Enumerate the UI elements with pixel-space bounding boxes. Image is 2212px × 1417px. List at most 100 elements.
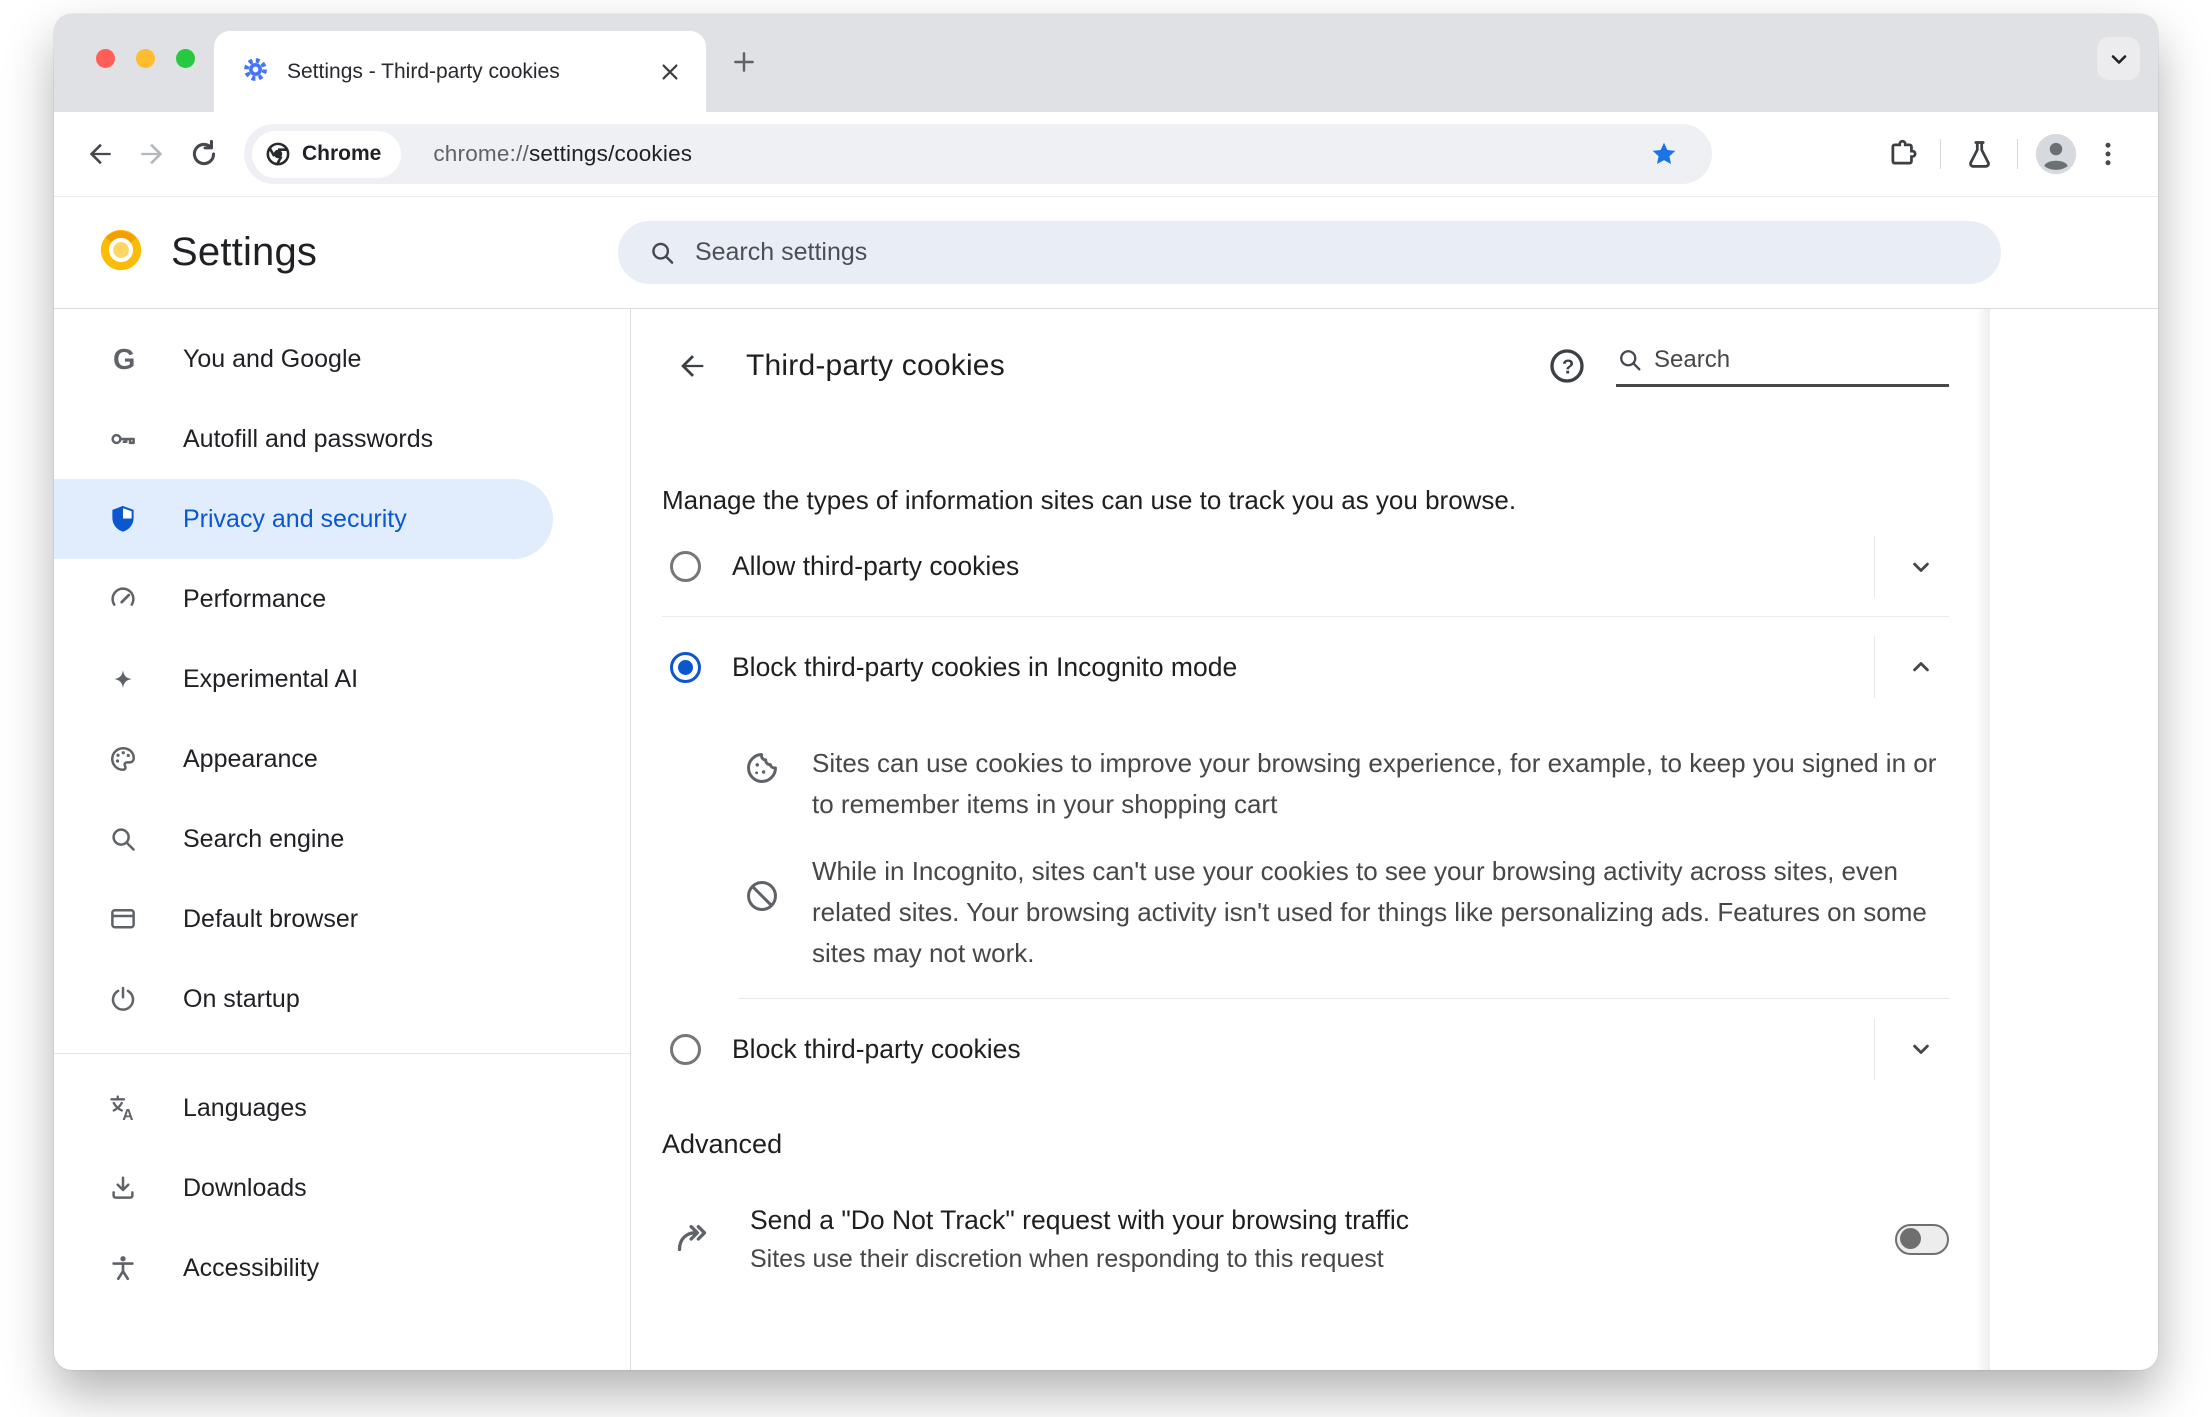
forward-icon[interactable] [126, 128, 178, 180]
search-icon [1620, 349, 1641, 370]
accessibility-person-icon [108, 1253, 138, 1283]
sidebar-item-accessibility[interactable]: Accessibility [54, 1228, 630, 1308]
sidebar-item-languages[interactable]: A Languages [54, 1068, 630, 1148]
settings-main: G You and Google Autofill and passwords [54, 309, 2158, 1370]
sidebar-item-you-and-google[interactable]: G You and Google [54, 319, 630, 399]
do-not-track-texts: Send a "Do Not Track" request with your … [750, 1200, 1409, 1278]
chrome-logo-icon [266, 142, 290, 166]
reload-icon[interactable] [178, 128, 230, 180]
sidebar-item-default-browser[interactable]: Default browser [54, 879, 630, 959]
chevron-down-icon[interactable] [1893, 1021, 1949, 1077]
sidebar-item-search-engine[interactable]: Search engine [54, 799, 630, 879]
chrome-site-chip[interactable]: Chrome [252, 130, 402, 178]
svg-text:?: ? [1562, 356, 1574, 378]
browser-window-icon [108, 904, 138, 934]
settings-page-title: Settings [171, 230, 318, 274]
settings-search-input[interactable] [694, 238, 1971, 267]
browser-window: Settings - Third-party cookies Chrome ch… [54, 14, 2158, 1370]
radio-selected[interactable] [670, 651, 701, 683]
chevron-up-icon[interactable] [1893, 639, 1949, 695]
incognito-detail-row: Sites can use cookies to improve your br… [662, 743, 1949, 825]
sidebar-item-downloads[interactable]: Downloads [54, 1148, 630, 1228]
speedometer-icon [108, 584, 138, 614]
row-divider [1874, 1018, 1875, 1080]
close-window-button[interactable] [96, 49, 115, 68]
toolbar-divider [1940, 139, 1941, 169]
google-g-icon: G [108, 344, 138, 374]
chrome-chip-label: Chrome [302, 142, 382, 165]
minimize-window-button[interactable] [136, 49, 155, 68]
back-icon[interactable] [74, 128, 126, 180]
settings-search-box[interactable] [618, 221, 2001, 284]
extensions-icon[interactable] [1876, 128, 1928, 180]
toolbar-divider [2017, 139, 2018, 169]
palette-icon [108, 744, 138, 774]
profile-avatar-icon[interactable] [2030, 128, 2082, 180]
power-icon [108, 984, 138, 1014]
sidebar-item-appearance[interactable]: Appearance [54, 719, 630, 799]
sidebar-divider [54, 1053, 630, 1054]
sidebar-item-performance[interactable]: Performance [54, 559, 630, 639]
maximize-window-button[interactable] [176, 49, 195, 68]
sidebar-item-label: Appearance [183, 744, 318, 773]
sidebar-item-experimental-ai[interactable]: Experimental AI [54, 639, 630, 719]
sidebar-item-autofill[interactable]: Autofill and passwords [54, 399, 630, 479]
panel-back-icon[interactable] [668, 342, 716, 390]
do-not-track-toggle[interactable] [1895, 1223, 1949, 1255]
sidebar-item-label: Search engine [183, 824, 345, 853]
download-icon [108, 1173, 138, 1203]
kebab-menu-icon[interactable] [2082, 128, 2134, 180]
sidebar-item-label: Accessibility [183, 1253, 320, 1282]
panel-title: Third-party cookies [746, 349, 1005, 382]
option-allow-third-party-cookies[interactable]: Allow third-party cookies [662, 517, 1949, 617]
tab-strip: Settings - Third-party cookies [54, 14, 2158, 112]
svg-text:A: A [122, 1107, 133, 1123]
do-not-track-arrow-icon [672, 1217, 712, 1262]
tab-settings[interactable]: Settings - Third-party cookies [214, 31, 706, 112]
sidebar-item-on-startup[interactable]: On startup [54, 959, 630, 1039]
magnifier-icon [108, 824, 138, 854]
svg-text:G: G [113, 344, 135, 374]
search-icon [652, 242, 674, 264]
tab-title: Settings - Third-party cookies [287, 59, 560, 83]
sidebar-item-label: Performance [183, 584, 327, 613]
row-divider [1874, 535, 1875, 598]
incognito-detail-text: Sites can use cookies to improve your br… [812, 748, 1937, 819]
cookies-intro-text: Manage the types of information sites ca… [662, 485, 1517, 515]
key-icon [108, 424, 138, 454]
panel-search-field[interactable] [1616, 345, 1949, 387]
settings-gear-favicon-icon [240, 54, 271, 90]
sidebar-item-label: Autofill and passwords [183, 424, 434, 453]
settings-logo-icon [99, 228, 143, 277]
option-block-cookies-incognito[interactable]: Block third-party cookies in Incognito m… [662, 617, 1949, 717]
panel-header: Third-party cookies ? [662, 309, 1949, 423]
option-block-third-party-cookies[interactable]: Block third-party cookies [662, 999, 1949, 1099]
sidebar-item-label: Languages [183, 1093, 307, 1122]
panel-search-input[interactable] [1654, 345, 1949, 374]
tab-close-icon[interactable] [652, 54, 688, 90]
settings-content: Third-party cookies ? Search Manage the … [631, 309, 2158, 1370]
blocked-icon [743, 877, 781, 974]
translate-icon: A [108, 1093, 138, 1123]
cookie-icon [743, 749, 781, 825]
sidebar-item-label: Default browser [183, 904, 359, 933]
radio-unselected[interactable] [670, 551, 701, 582]
advanced-section-label: Advanced [662, 1129, 783, 1159]
card-right-shadow [1976, 309, 1990, 1370]
new-tab-button[interactable] [722, 40, 766, 84]
privacy-shield-icon [108, 504, 138, 534]
chevron-down-icon[interactable] [1893, 539, 1949, 595]
browser-toolbar: Chrome chrome://settings/cookies [54, 112, 2158, 197]
radio-unselected[interactable] [670, 1033, 701, 1065]
bookmark-star-icon[interactable] [1638, 128, 1690, 180]
option-label: Allow third-party cookies [732, 551, 1020, 581]
sidebar-item-label: On startup [183, 984, 300, 1013]
labs-flask-icon[interactable] [1953, 128, 2005, 180]
do-not-track-subtitle: Sites use their discretion when respondi… [750, 1245, 1384, 1273]
settings-sidebar: G You and Google Autofill and passwords [54, 309, 631, 1370]
address-bar[interactable]: Chrome chrome://settings/cookies [244, 124, 1712, 184]
tab-search-chevron-button[interactable] [2097, 37, 2140, 80]
settings-header: Settings [54, 197, 2158, 309]
sidebar-item-privacy-and-security[interactable]: Privacy and security [54, 479, 630, 559]
help-icon[interactable]: ? [1544, 343, 1590, 389]
